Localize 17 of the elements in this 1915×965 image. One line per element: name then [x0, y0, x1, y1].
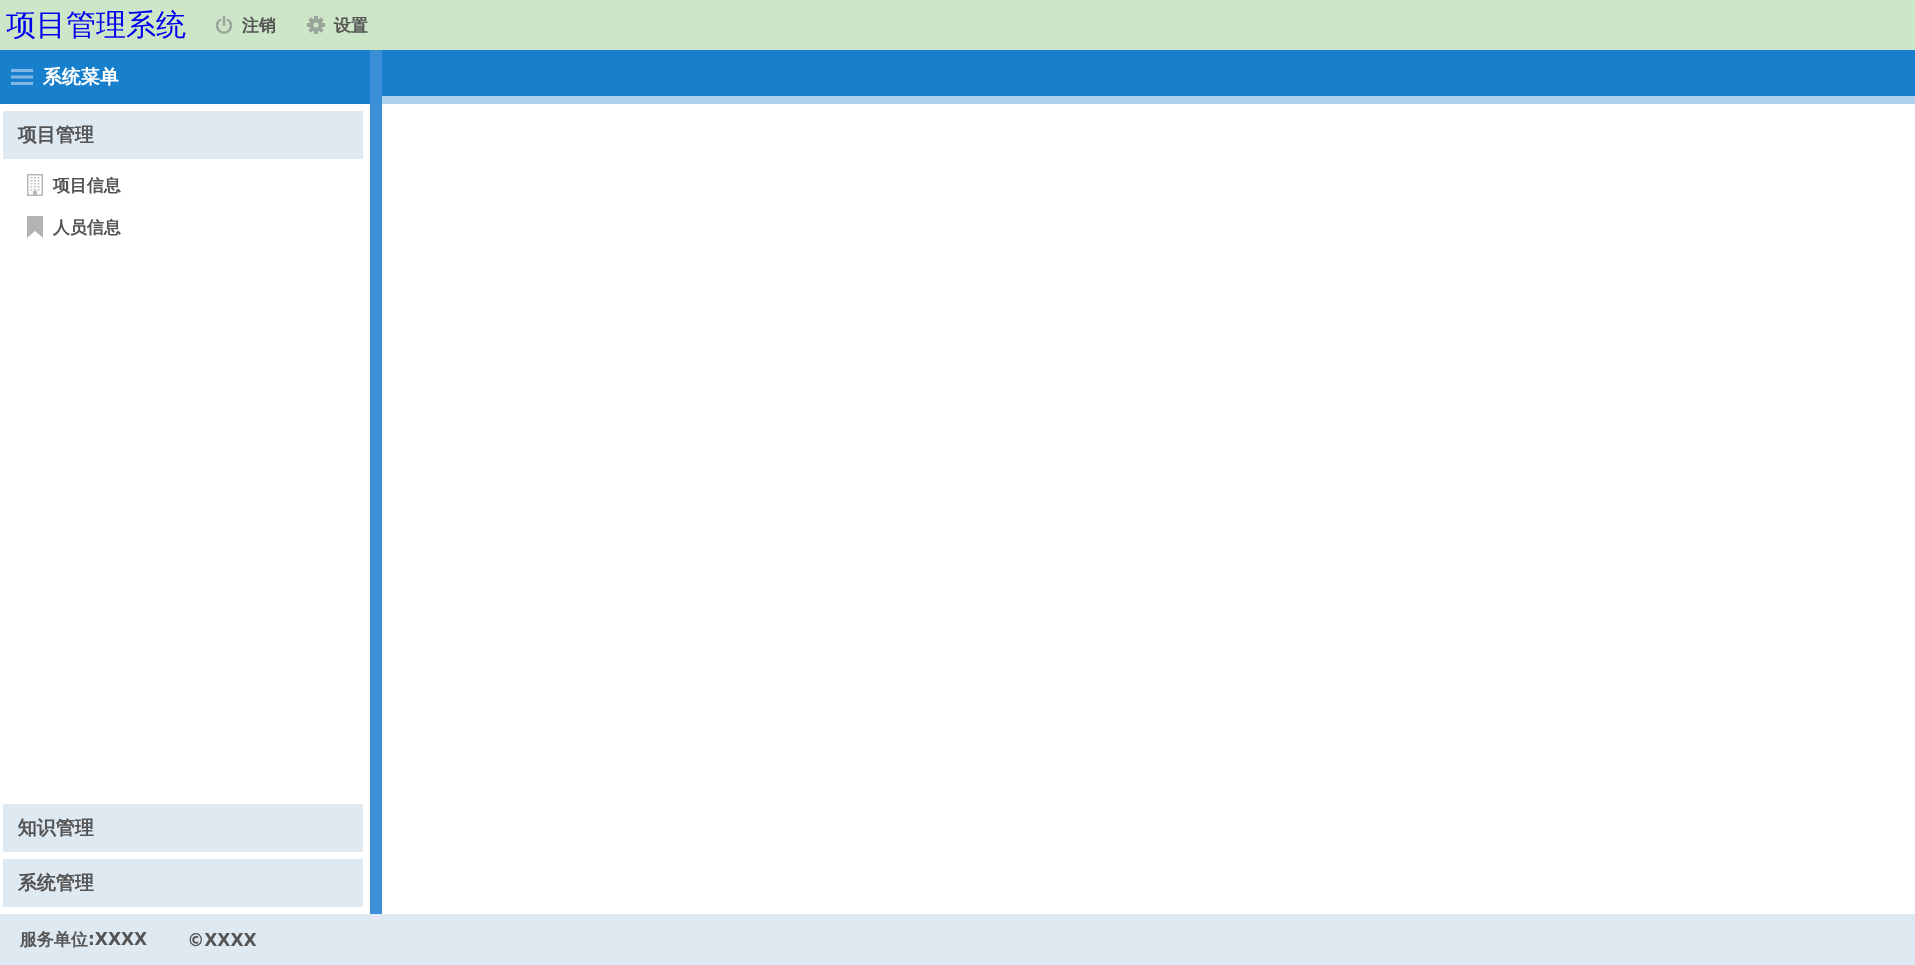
power-icon — [214, 15, 234, 35]
footer-text: ©XXXX — [187, 929, 257, 950]
logout-button[interactable]: 注销 — [208, 13, 282, 37]
splitter[interactable] — [370, 50, 382, 914]
bookmark-icon — [27, 216, 43, 238]
menu-item[interactable]: 人员信息 — [23, 209, 125, 245]
menu-icon — [11, 69, 33, 85]
app-title: 项目管理系统 — [6, 5, 186, 44]
settings-icon — [306, 15, 326, 35]
accordion-header[interactable]: 知识管理 — [3, 804, 363, 852]
building-icon — [27, 174, 43, 196]
accordion-header[interactable]: 系统管理 — [3, 859, 363, 907]
settings-button[interactable]: 设置 — [300, 13, 374, 37]
menu-item[interactable]: 项目信息 — [23, 167, 125, 203]
sidebar-title: 系统菜单 — [43, 64, 119, 89]
accordion-header[interactable]: 项目管理 — [3, 111, 363, 159]
footer-text: 服务单位:XXXX — [20, 928, 148, 951]
